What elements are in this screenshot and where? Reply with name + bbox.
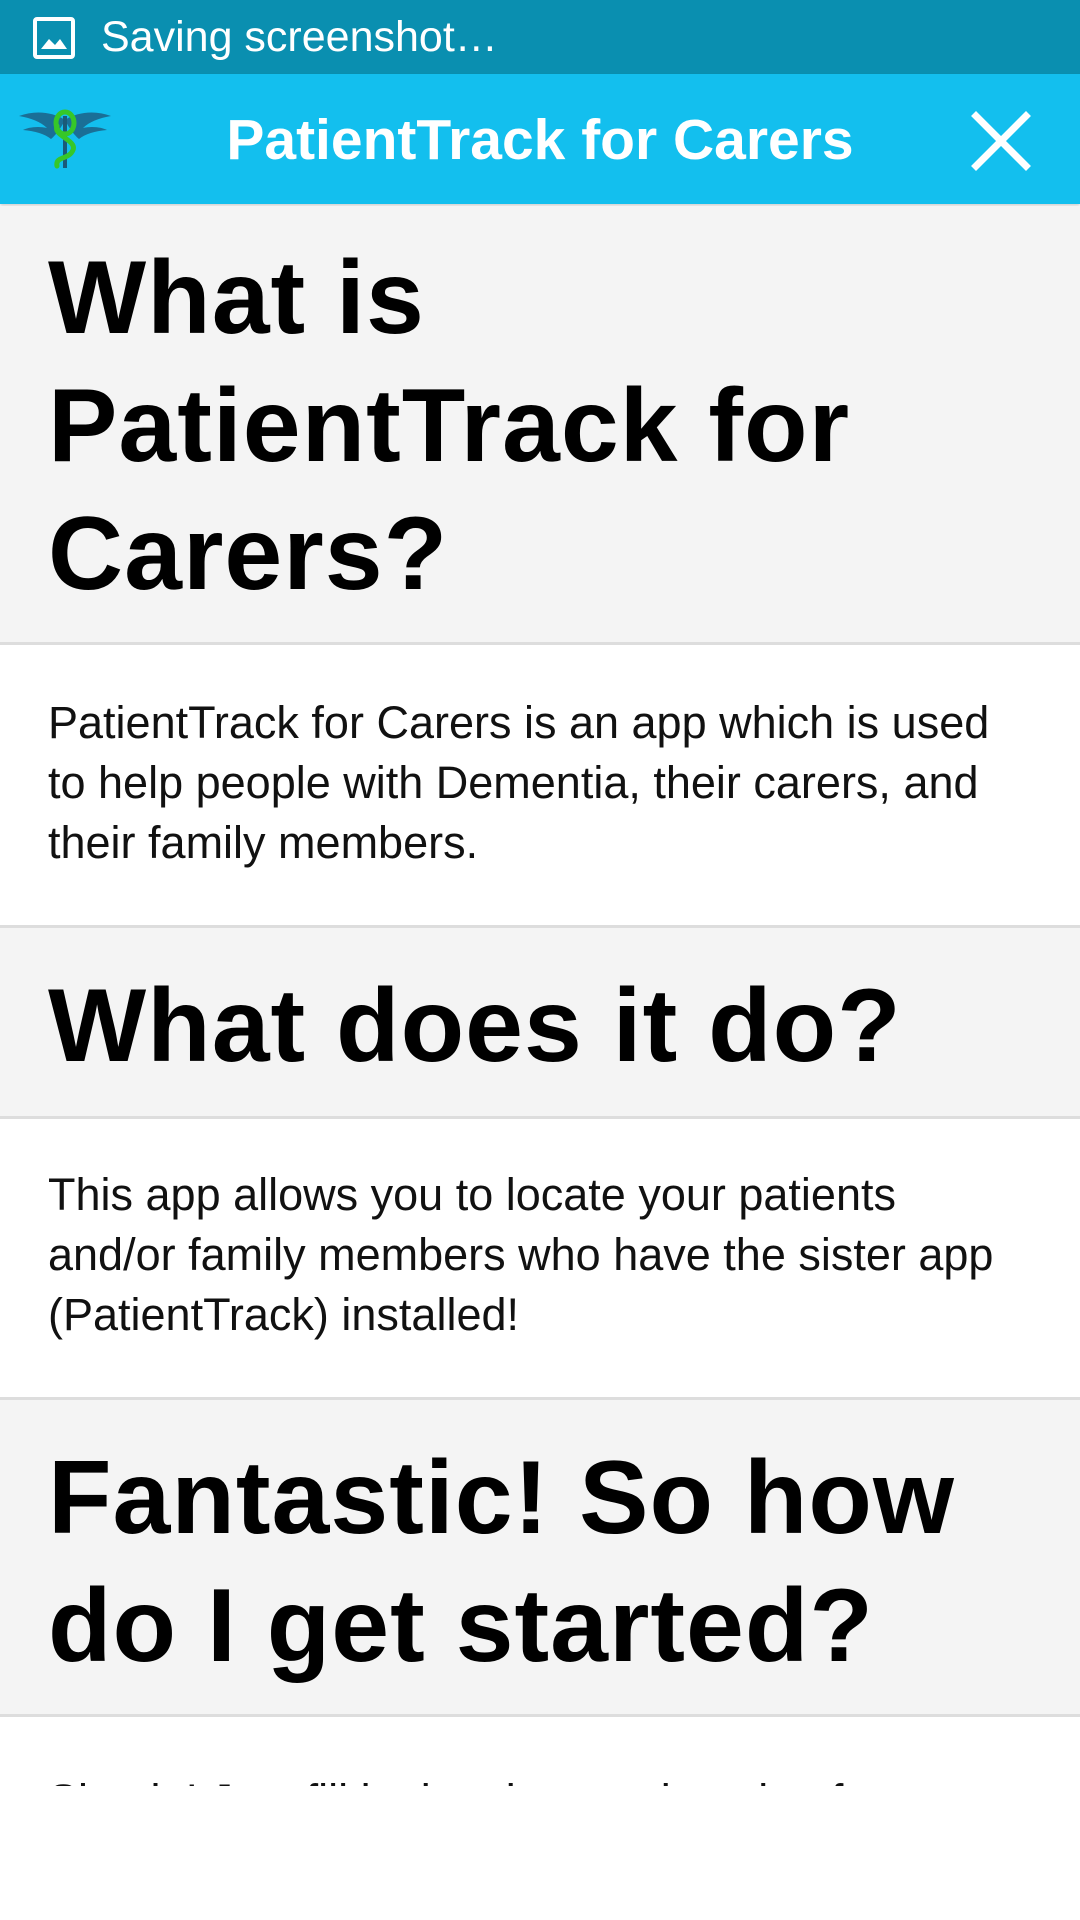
close-icon[interactable] xyxy=(970,110,1032,172)
section-heading-block: Fantastic! So how do I get started? xyxy=(0,1400,1080,1717)
app-title: PatientTrack for Carers xyxy=(226,108,854,172)
heading-what-is: What is PatientTrack for Carers? xyxy=(48,240,851,612)
status-bar: Saving screenshot… xyxy=(0,0,1080,74)
heading-what-does-it-do: What does it do? xyxy=(48,968,902,1084)
image-icon xyxy=(33,17,75,59)
status-text: Saving screenshot… xyxy=(101,13,498,61)
section-heading-block: What is PatientTrack for Carers? xyxy=(0,206,1080,645)
content-scroll-area[interactable]: What is PatientTrack for Carers? Patient… xyxy=(0,206,1080,1786)
paragraph-registration: Simple! Just fill in the short registrat… xyxy=(48,1771,1032,1786)
paragraph-description: PatientTrack for Carers is an app which … xyxy=(48,697,990,868)
bottom-blank-area xyxy=(0,1786,1080,1920)
section-paragraph-block: Simple! Just fill in the short registrat… xyxy=(0,1717,1080,1786)
heading-get-started: Fantastic! So how do I get started? xyxy=(48,1440,955,1684)
section-paragraph-block: PatientTrack for Carers is an app which … xyxy=(0,645,1080,928)
paragraph-features: This app allows you to locate your patie… xyxy=(48,1169,994,1340)
section-heading-block: What does it do? xyxy=(0,928,1080,1119)
app-bar: PatientTrack for Carers xyxy=(0,74,1080,204)
section-paragraph-block: This app allows you to locate your patie… xyxy=(0,1119,1080,1400)
